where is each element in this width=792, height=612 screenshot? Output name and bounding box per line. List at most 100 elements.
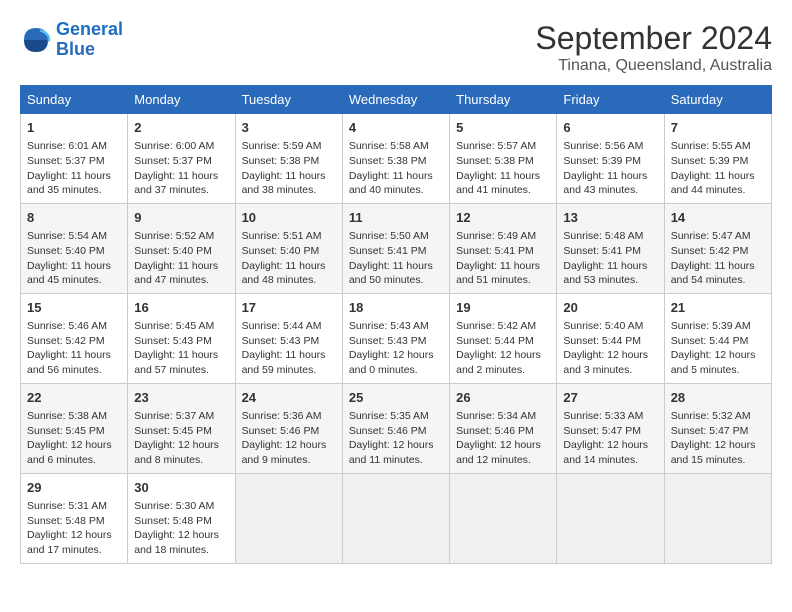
- calendar-cell: 18 Sunrise: 5:43 AM Sunset: 5:43 PM Dayli…: [342, 293, 449, 383]
- day-number: 29: [27, 479, 121, 497]
- location-subtitle: Tinana, Queensland, Australia: [535, 57, 772, 75]
- header-wednesday: Wednesday: [342, 86, 449, 114]
- calendar-cell: [235, 473, 342, 563]
- day-info: Sunrise: 5:46 AM Sunset: 5:42 PM Dayligh…: [27, 319, 121, 378]
- day-number: 17: [242, 299, 336, 317]
- week-row-2: 8 Sunrise: 5:54 AM Sunset: 5:40 PM Daylig…: [21, 203, 772, 293]
- day-info: Sunrise: 5:52 AM Sunset: 5:40 PM Dayligh…: [134, 229, 228, 288]
- calendar-cell: 5 Sunrise: 5:57 AM Sunset: 5:38 PM Daylig…: [450, 114, 557, 204]
- day-number: 24: [242, 389, 336, 407]
- day-number: 11: [349, 209, 443, 227]
- calendar-cell: 27 Sunrise: 5:33 AM Sunset: 5:47 PM Dayli…: [557, 383, 664, 473]
- day-number: 20: [563, 299, 657, 317]
- calendar-cell: 15 Sunrise: 5:46 AM Sunset: 5:42 PM Dayli…: [21, 293, 128, 383]
- day-number: 18: [349, 299, 443, 317]
- day-number: 4: [349, 119, 443, 137]
- calendar-cell: 2 Sunrise: 6:00 AM Sunset: 5:37 PM Daylig…: [128, 114, 235, 204]
- header-thursday: Thursday: [450, 86, 557, 114]
- day-info: Sunrise: 6:01 AM Sunset: 5:37 PM Dayligh…: [27, 139, 121, 198]
- day-number: 2: [134, 119, 228, 137]
- day-info: Sunrise: 5:56 AM Sunset: 5:39 PM Dayligh…: [563, 139, 657, 198]
- day-info: Sunrise: 5:34 AM Sunset: 5:46 PM Dayligh…: [456, 409, 550, 468]
- calendar-cell: 12Sunrise: 5:49 AM Sunset: 5:41 PM Dayli…: [450, 203, 557, 293]
- day-info: Sunrise: 5:57 AM Sunset: 5:38 PM Dayligh…: [456, 139, 550, 198]
- calendar-cell: 13 Sunrise: 5:48 AM Sunset: 5:41 PM Dayli…: [557, 203, 664, 293]
- calendar-cell: 28 Sunrise: 5:32 AM Sunset: 5:47 PM Dayli…: [664, 383, 771, 473]
- header-monday: Monday: [128, 86, 235, 114]
- day-info: Sunrise: 5:47 AM Sunset: 5:42 PM Dayligh…: [671, 229, 765, 288]
- week-row-4: 22Sunrise: 5:38 AM Sunset: 5:45 PM Dayli…: [21, 383, 772, 473]
- day-number: 23: [134, 389, 228, 407]
- day-number: 25: [349, 389, 443, 407]
- calendar-cell: 9 Sunrise: 5:52 AM Sunset: 5:40 PM Daylig…: [128, 203, 235, 293]
- day-number: 3: [242, 119, 336, 137]
- day-number: 22: [27, 389, 121, 407]
- day-number: 8: [27, 209, 121, 227]
- calendar-cell: 3 Sunrise: 5:59 AM Sunset: 5:38 PM Daylig…: [235, 114, 342, 204]
- calendar-cell: [342, 473, 449, 563]
- day-info: Sunrise: 5:33 AM Sunset: 5:47 PM Dayligh…: [563, 409, 657, 468]
- calendar-cell: [450, 473, 557, 563]
- day-number: 7: [671, 119, 765, 137]
- day-number: 16: [134, 299, 228, 317]
- day-info: Sunrise: 5:54 AM Sunset: 5:40 PM Dayligh…: [27, 229, 121, 288]
- calendar-cell: [557, 473, 664, 563]
- calendar-cell: 16 Sunrise: 5:45 AM Sunset: 5:43 PM Dayli…: [128, 293, 235, 383]
- day-number: 28: [671, 389, 765, 407]
- day-number: 30: [134, 479, 228, 497]
- calendar-cell: 29 Sunrise: 5:31 AM Sunset: 5:48 PM Dayli…: [21, 473, 128, 563]
- calendar-cell: 25 Sunrise: 5:35 AM Sunset: 5:46 PM Dayli…: [342, 383, 449, 473]
- day-info: Sunrise: 5:55 AM Sunset: 5:39 PM Dayligh…: [671, 139, 765, 198]
- calendar-cell: 30 Sunrise: 5:30 AM Sunset: 5:48 PM Dayli…: [128, 473, 235, 563]
- day-number: 9: [134, 209, 228, 227]
- logo: General Blue: [20, 20, 123, 60]
- day-info: Sunrise: 5:39 AM Sunset: 5:44 PM Dayligh…: [671, 319, 765, 378]
- day-info: Sunrise: 5:50 AM Sunset: 5:41 PM Dayligh…: [349, 229, 443, 288]
- week-row-3: 15 Sunrise: 5:46 AM Sunset: 5:42 PM Dayli…: [21, 293, 772, 383]
- calendar-cell: 21 Sunrise: 5:39 AM Sunset: 5:44 PM Dayli…: [664, 293, 771, 383]
- header-sunday: Sunday: [21, 86, 128, 114]
- calendar-cell: 7 Sunrise: 5:55 AM Sunset: 5:39 PM Daylig…: [664, 114, 771, 204]
- day-number: 13: [563, 209, 657, 227]
- day-number: 19: [456, 299, 550, 317]
- day-number: 27: [563, 389, 657, 407]
- week-row-5: 29 Sunrise: 5:31 AM Sunset: 5:48 PM Dayli…: [21, 473, 772, 563]
- calendar-cell: 24 Sunrise: 5:36 AM Sunset: 5:46 PM Dayli…: [235, 383, 342, 473]
- week-row-1: 1 Sunrise: 6:01 AM Sunset: 5:37 PM Daylig…: [21, 114, 772, 204]
- calendar-cell: 23Sunrise: 5:37 AM Sunset: 5:45 PM Dayli…: [128, 383, 235, 473]
- day-number: 1: [27, 119, 121, 137]
- logo-text: General Blue: [56, 20, 123, 60]
- day-number: 21: [671, 299, 765, 317]
- logo-icon: [20, 24, 52, 56]
- calendar-table: SundayMondayTuesdayWednesdayThursdayFrid…: [20, 85, 772, 564]
- day-number: 14: [671, 209, 765, 227]
- day-info: Sunrise: 5:36 AM Sunset: 5:46 PM Dayligh…: [242, 409, 336, 468]
- day-info: Sunrise: 5:43 AM Sunset: 5:43 PM Dayligh…: [349, 319, 443, 378]
- day-info: Sunrise: 5:31 AM Sunset: 5:48 PM Dayligh…: [27, 499, 121, 558]
- day-info: Sunrise: 5:48 AM Sunset: 5:41 PM Dayligh…: [563, 229, 657, 288]
- day-info: Sunrise: 6:00 AM Sunset: 5:37 PM Dayligh…: [134, 139, 228, 198]
- day-info: Sunrise: 5:58 AM Sunset: 5:38 PM Dayligh…: [349, 139, 443, 198]
- day-info: Sunrise: 5:42 AM Sunset: 5:44 PM Dayligh…: [456, 319, 550, 378]
- calendar-cell: 17 Sunrise: 5:44 AM Sunset: 5:43 PM Dayli…: [235, 293, 342, 383]
- calendar-cell: 20Sunrise: 5:40 AM Sunset: 5:44 PM Dayli…: [557, 293, 664, 383]
- day-info: Sunrise: 5:59 AM Sunset: 5:38 PM Dayligh…: [242, 139, 336, 198]
- calendar-cell: 14 Sunrise: 5:47 AM Sunset: 5:42 PM Dayli…: [664, 203, 771, 293]
- day-number: 15: [27, 299, 121, 317]
- day-number: 26: [456, 389, 550, 407]
- calendar-cell: 11 Sunrise: 5:50 AM Sunset: 5:41 PM Dayli…: [342, 203, 449, 293]
- day-info: Sunrise: 5:44 AM Sunset: 5:43 PM Dayligh…: [242, 319, 336, 378]
- page-header: General Blue September 2024 Tinana, Quee…: [20, 20, 772, 75]
- calendar-cell: 6Sunrise: 5:56 AM Sunset: 5:39 PM Daylig…: [557, 114, 664, 204]
- day-number: 5: [456, 119, 550, 137]
- day-info: Sunrise: 5:35 AM Sunset: 5:46 PM Dayligh…: [349, 409, 443, 468]
- day-info: Sunrise: 5:45 AM Sunset: 5:43 PM Dayligh…: [134, 319, 228, 378]
- title-area: September 2024 Tinana, Queensland, Austr…: [535, 20, 772, 75]
- header-row: SundayMondayTuesdayWednesdayThursdayFrid…: [21, 86, 772, 114]
- calendar-cell: 10Sunrise: 5:51 AM Sunset: 5:40 PM Dayli…: [235, 203, 342, 293]
- day-info: Sunrise: 5:30 AM Sunset: 5:48 PM Dayligh…: [134, 499, 228, 558]
- day-info: Sunrise: 5:32 AM Sunset: 5:47 PM Dayligh…: [671, 409, 765, 468]
- day-number: 12: [456, 209, 550, 227]
- calendar-cell: 26 Sunrise: 5:34 AM Sunset: 5:46 PM Dayli…: [450, 383, 557, 473]
- month-title: September 2024: [535, 20, 772, 57]
